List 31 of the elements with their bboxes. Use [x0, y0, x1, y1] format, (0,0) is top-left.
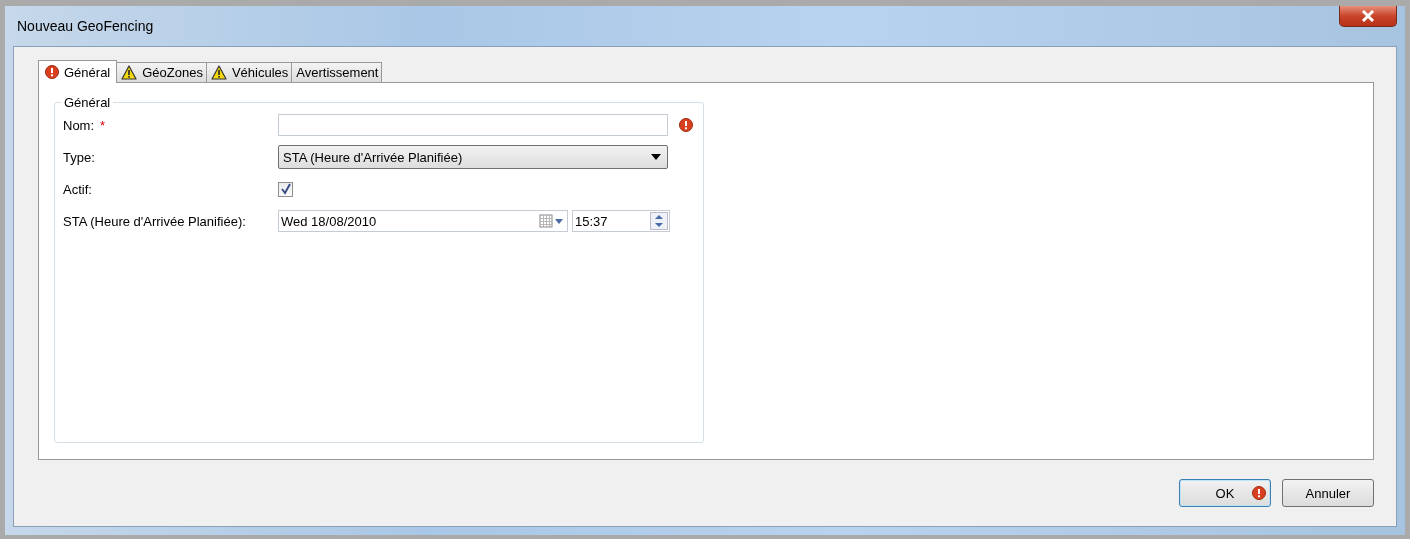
warning-icon [121, 65, 138, 80]
tab[interactable]: Général [38, 60, 118, 83]
dialog-button[interactable]: OK [1179, 479, 1271, 507]
name-field[interactable] [278, 114, 668, 136]
required-mark: * [100, 117, 106, 133]
tab-label: Général [64, 64, 111, 80]
tab[interactable]: Avertissement [291, 62, 383, 82]
window-title: Nouveau GeoFencing [17, 18, 154, 34]
tab-label: GéoZones [142, 65, 203, 80]
tab[interactable]: GéoZones [116, 62, 207, 82]
tab-label: Avertissement [296, 65, 379, 80]
active-checkbox[interactable] [278, 181, 293, 197]
caret-icon [651, 154, 661, 160]
field-label: Actif: [63, 181, 92, 197]
warning-icon [210, 65, 227, 80]
error-icon [45, 65, 59, 79]
field-label: Nom: [63, 117, 95, 133]
dialog-button[interactable]: Annuler [1282, 479, 1374, 507]
close-icon [1361, 10, 1375, 22]
error-icon [679, 118, 693, 132]
field-label: Type: [63, 149, 95, 165]
close-button[interactable] [1339, 6, 1397, 27]
date-field[interactable]: Wed 18/08/2010 [278, 210, 568, 232]
time-field[interactable]: 15:37 [572, 210, 670, 232]
tab[interactable]: Véhicules [205, 62, 293, 82]
field-label: STA (Heure d'Arrivée Planifiée): [63, 213, 246, 229]
type-dropdown[interactable]: STA (Heure d'Arrivée Planifiée) [278, 145, 668, 169]
error-icon [1252, 486, 1266, 500]
tab-label: Véhicules [231, 65, 289, 80]
spinner-icon [650, 212, 668, 230]
group-title: Général [61, 95, 114, 110]
